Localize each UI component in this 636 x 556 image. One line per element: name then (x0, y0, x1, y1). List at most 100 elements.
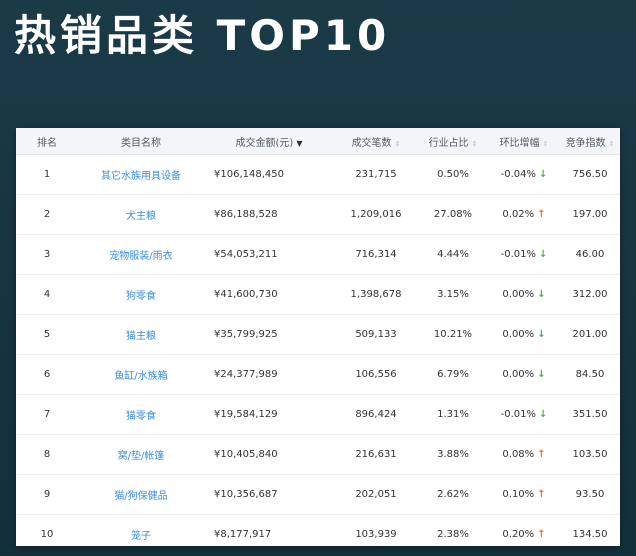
change-cell: 0.20% ↑ (488, 529, 560, 540)
competition-cell: 46.00 (575, 249, 605, 260)
rank-cell: 5 (43, 329, 51, 340)
share-cell: 0.50% (437, 169, 469, 180)
category-link[interactable]: 狗零食 (126, 291, 156, 302)
amount-cell: ¥24,377,989 (214, 369, 278, 380)
trend-down-icon: ↓ (537, 369, 546, 380)
category-link-cell[interactable]: 狗零食 (78, 287, 204, 302)
amount-cell: ¥19,584,129 (214, 409, 278, 420)
change-value: -0.01% (500, 409, 536, 420)
table-row: 8 窝/垫/帐篷 ¥10,405,840 216,631 3.88% 0.08% ↑ 103.… (16, 435, 620, 475)
change-value: 0.02% (502, 209, 535, 220)
change-cell: 0.00% ↓ (488, 289, 560, 300)
change-cell: -0.01% ↓ (488, 409, 560, 420)
category-link-cell[interactable]: 笼子 (78, 527, 204, 542)
header-share[interactable]: 行业占比 ⇕ (418, 134, 488, 149)
count-cell: 216,631 (355, 449, 397, 460)
share-cell: 27.08% (433, 209, 473, 220)
category-link-cell[interactable]: 宠物服装/雨衣 (78, 247, 204, 262)
table-header: 排名 类目名称 成交金额(元) ▼ 成交笔数 ⇕ 行业占比 ⇕ 环比增幅 ⇕ 竞争指数 ⇕ (16, 128, 620, 155)
category-link-cell[interactable]: 猫零食 (78, 407, 204, 422)
change-value: 0.00% (502, 329, 535, 340)
share-cell: 1.31% (437, 409, 469, 420)
rank-cell: 7 (43, 409, 51, 420)
amount-cell: ¥35,799,925 (214, 329, 278, 340)
table-row: 1 其它水族用具设备 ¥106,148,450 231,715 0.50% -0.04% ↓… (16, 155, 620, 195)
trend-down-icon: ↓ (537, 289, 546, 300)
header-change[interactable]: 环比增幅 ⇕ (488, 134, 560, 149)
change-cell: 0.02% ↑ (488, 209, 560, 220)
category-link-cell[interactable]: 猫主粮 (78, 327, 204, 342)
change-value: 0.00% (502, 369, 535, 380)
share-cell: 6.79% (437, 369, 469, 380)
competition-cell: 197.00 (572, 209, 608, 220)
table-row: 10 笼子 ¥8,177,917 103,939 2.38% 0.20% ↑ 134.50 (16, 515, 620, 554)
sort-both-icon[interactable]: ⇕ (395, 140, 401, 148)
change-value: -0.01% (500, 249, 536, 260)
share-cell: 3.88% (437, 449, 469, 460)
rank-cell: 3 (43, 249, 51, 260)
table-body: 1 其它水族用具设备 ¥106,148,450 231,715 0.50% -0.04% ↓… (16, 155, 620, 554)
share-cell: 2.38% (437, 529, 469, 540)
category-link[interactable]: 鱼缸/水族箱 (114, 371, 167, 382)
category-link-cell[interactable]: 鱼缸/水族箱 (78, 367, 204, 382)
header-rank: 排名 (37, 137, 57, 149)
change-cell: 0.00% ↓ (488, 329, 560, 340)
competition-cell: 312.00 (572, 289, 608, 300)
trend-down-icon: ↓ (537, 329, 546, 340)
sort-both-icon[interactable]: ⇕ (472, 140, 478, 148)
table-row: 9 猫/狗保健品 ¥10,356,687 202,051 2.62% 0.10% ↑ 93.5… (16, 475, 620, 515)
header-category: 类目名称 (121, 137, 161, 149)
amount-cell: ¥8,177,917 (214, 529, 272, 540)
trend-up-icon: ↑ (537, 489, 546, 500)
rank-cell: 2 (43, 209, 51, 220)
count-cell: 103,939 (355, 529, 397, 540)
top10-table: 排名 类目名称 成交金额(元) ▼ 成交笔数 ⇕ 行业占比 ⇕ 环比增幅 ⇕ 竞争指数 ⇕… (16, 128, 620, 546)
category-link[interactable]: 猫/狗保健品 (114, 491, 167, 502)
share-cell: 10.21% (433, 329, 473, 340)
trend-up-icon: ↑ (537, 529, 546, 540)
category-link-cell[interactable]: 猫/狗保健品 (78, 487, 204, 502)
amount-cell: ¥41,600,730 (214, 289, 278, 300)
rank-cell: 9 (43, 489, 51, 500)
share-cell: 2.62% (437, 489, 469, 500)
count-cell: 106,556 (355, 369, 397, 380)
table-row: 6 鱼缸/水族箱 ¥24,377,989 106,556 6.79% 0.00% ↓ 84.5… (16, 355, 620, 395)
header-count[interactable]: 成交笔数 ⇕ (334, 134, 418, 149)
category-link[interactable]: 宠物服装/雨衣 (109, 251, 172, 262)
trend-up-icon: ↑ (537, 209, 546, 220)
category-link[interactable]: 笼子 (131, 531, 151, 542)
category-link-cell[interactable]: 窝/垫/帐篷 (78, 447, 204, 462)
category-link[interactable]: 猫主粮 (126, 331, 156, 342)
count-cell: 231,715 (355, 169, 397, 180)
change-cell: -0.01% ↓ (488, 249, 560, 260)
trend-down-icon: ↓ (539, 409, 548, 420)
category-link[interactable]: 犬主粮 (126, 211, 156, 222)
competition-cell: 103.50 (572, 449, 608, 460)
competition-cell: 134.50 (572, 529, 608, 540)
header-amount[interactable]: 成交金额(元) ▼ (204, 134, 334, 149)
amount-cell: ¥10,405,840 (214, 449, 278, 460)
table-row: 7 猫零食 ¥19,584,129 896,424 1.31% -0.01% ↓ 351.50 (16, 395, 620, 435)
change-value: -0.04% (500, 169, 536, 180)
trend-up-icon: ↑ (537, 449, 546, 460)
sort-desc-icon[interactable]: ▼ (296, 139, 302, 148)
count-cell: 202,051 (355, 489, 397, 500)
change-value: 0.20% (502, 529, 535, 540)
sort-both-icon[interactable]: ⇕ (543, 140, 549, 148)
count-cell: 1,209,016 (350, 209, 402, 220)
category-link[interactable]: 其它水族用具设备 (101, 171, 181, 182)
share-cell: 3.15% (437, 289, 469, 300)
sort-both-icon[interactable]: ⇕ (609, 140, 615, 148)
trend-down-icon: ↓ (539, 169, 548, 180)
rank-cell: 1 (43, 169, 51, 180)
change-value: 0.10% (502, 489, 535, 500)
category-link[interactable]: 猫零食 (126, 411, 156, 422)
header-competition[interactable]: 竞争指数 ⇕ (560, 134, 620, 149)
competition-cell: 84.50 (575, 369, 605, 380)
category-link-cell[interactable]: 其它水族用具设备 (78, 167, 204, 182)
category-link[interactable]: 窝/垫/帐篷 (118, 451, 165, 462)
change-cell: 0.10% ↑ (488, 489, 560, 500)
amount-cell: ¥54,053,211 (214, 249, 278, 260)
table-row: 5 猫主粮 ¥35,799,925 509,133 10.21% 0.00% ↓ 201.00 (16, 315, 620, 355)
category-link-cell[interactable]: 犬主粮 (78, 207, 204, 222)
